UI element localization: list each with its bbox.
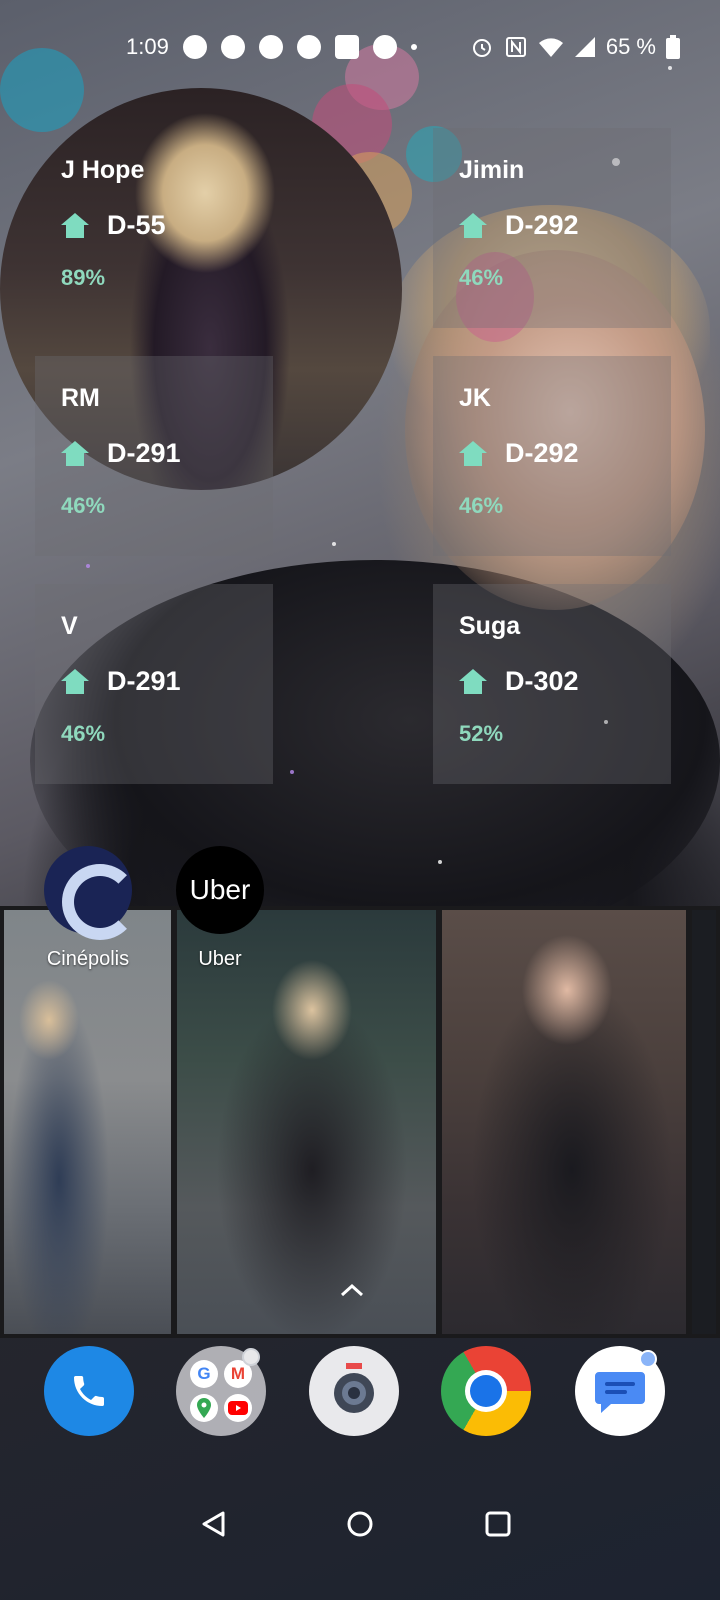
widget-name: JK <box>459 384 491 412</box>
sparkle <box>290 770 294 774</box>
home-button-icon[interactable] <box>340 1504 380 1544</box>
camera-icon[interactable] <box>309 1346 399 1436</box>
chat-bubble-icon <box>220 35 245 59</box>
nfc-icon <box>505 37 526 57</box>
app-label: Cinépolis <box>46 948 130 970</box>
home-icon <box>459 668 487 695</box>
widget-dday: D-55 <box>107 210 166 240</box>
battery-icon <box>666 35 680 59</box>
phone-icon[interactable] <box>44 1346 134 1436</box>
home-icon <box>459 212 487 239</box>
alarm-icon <box>472 39 491 57</box>
widget-dday: D-302 <box>505 666 579 696</box>
sparkle <box>332 542 336 546</box>
sparkle <box>438 860 442 864</box>
widget-name: V <box>61 612 78 640</box>
status-bar: 1:09 65 % <box>0 0 720 94</box>
dday-widget-rm[interactable]: RM D-291 46% <box>35 356 273 556</box>
facebook-icon <box>372 35 397 59</box>
messenger-icon <box>296 35 321 59</box>
back-icon[interactable] <box>193 1504 233 1544</box>
wifi-icon <box>538 38 563 57</box>
widget-dday: D-291 <box>107 438 181 468</box>
widget-dday: D-291 <box>107 666 181 696</box>
battery-percent: 65 % <box>605 34 656 59</box>
home-icon <box>61 668 89 695</box>
widget-name: Jimin <box>459 156 525 184</box>
widget-percent: 89% <box>61 265 106 290</box>
more-dot-icon <box>410 44 417 50</box>
signal-icon <box>574 37 595 57</box>
google-apps-folder-icon[interactable]: G M <box>176 1346 266 1436</box>
sparkle <box>86 564 90 568</box>
whatsapp-icon <box>182 35 207 59</box>
app-uber[interactable]: Uber Uber <box>150 846 290 971</box>
youtube-icon <box>224 1394 252 1422</box>
clock: 1:09 <box>126 34 169 59</box>
dday-widget-jk[interactable]: JK D-292 46% <box>433 356 671 556</box>
notification-dot <box>639 1350 657 1368</box>
messenger-icon <box>258 35 283 59</box>
uber-logo-text: Uber <box>189 874 251 905</box>
widget-name: J Hope <box>61 156 145 184</box>
widget-name: Suga <box>459 612 521 640</box>
dock: G M <box>0 1346 720 1436</box>
widget-percent: 46% <box>61 493 106 518</box>
home-icon <box>61 212 89 239</box>
app-icon <box>334 35 359 59</box>
widget-dday: D-292 <box>505 210 579 240</box>
notification-dot <box>242 1348 260 1366</box>
navigation-bar <box>0 1486 720 1566</box>
widget-percent: 46% <box>459 265 504 290</box>
widget-dday: D-292 <box>505 438 579 468</box>
dday-widget-jimin[interactable]: Jimin D-292 46% <box>433 128 671 328</box>
photo-tile[interactable] <box>438 906 690 1338</box>
dday-widget-suga[interactable]: Suga D-302 52% <box>433 584 671 784</box>
chrome-icon[interactable] <box>441 1346 531 1436</box>
widget-percent: 46% <box>459 493 504 518</box>
google-icon: G <box>190 1360 218 1388</box>
widget-name: RM <box>61 384 100 412</box>
cinepolis-icon[interactable] <box>44 846 138 940</box>
widget-percent: 46% <box>61 721 106 746</box>
home-icon <box>61 440 89 467</box>
home-icon <box>459 440 487 467</box>
app-label: Uber <box>198 948 242 970</box>
app-drawer-chevron-icon[interactable] <box>338 1280 366 1300</box>
photo-tile[interactable] <box>688 906 720 1338</box>
dday-widget-jhope[interactable]: J Hope D-55 89% <box>35 128 273 328</box>
widget-percent: 52% <box>459 721 504 746</box>
uber-icon[interactable]: Uber <box>176 846 264 934</box>
maps-icon <box>190 1394 218 1422</box>
messages-icon[interactable] <box>575 1346 665 1436</box>
recents-icon[interactable] <box>478 1504 518 1544</box>
app-cinepolis[interactable]: Cinépolis <box>18 846 158 971</box>
dday-widget-v[interactable]: V D-291 46% <box>35 584 273 784</box>
